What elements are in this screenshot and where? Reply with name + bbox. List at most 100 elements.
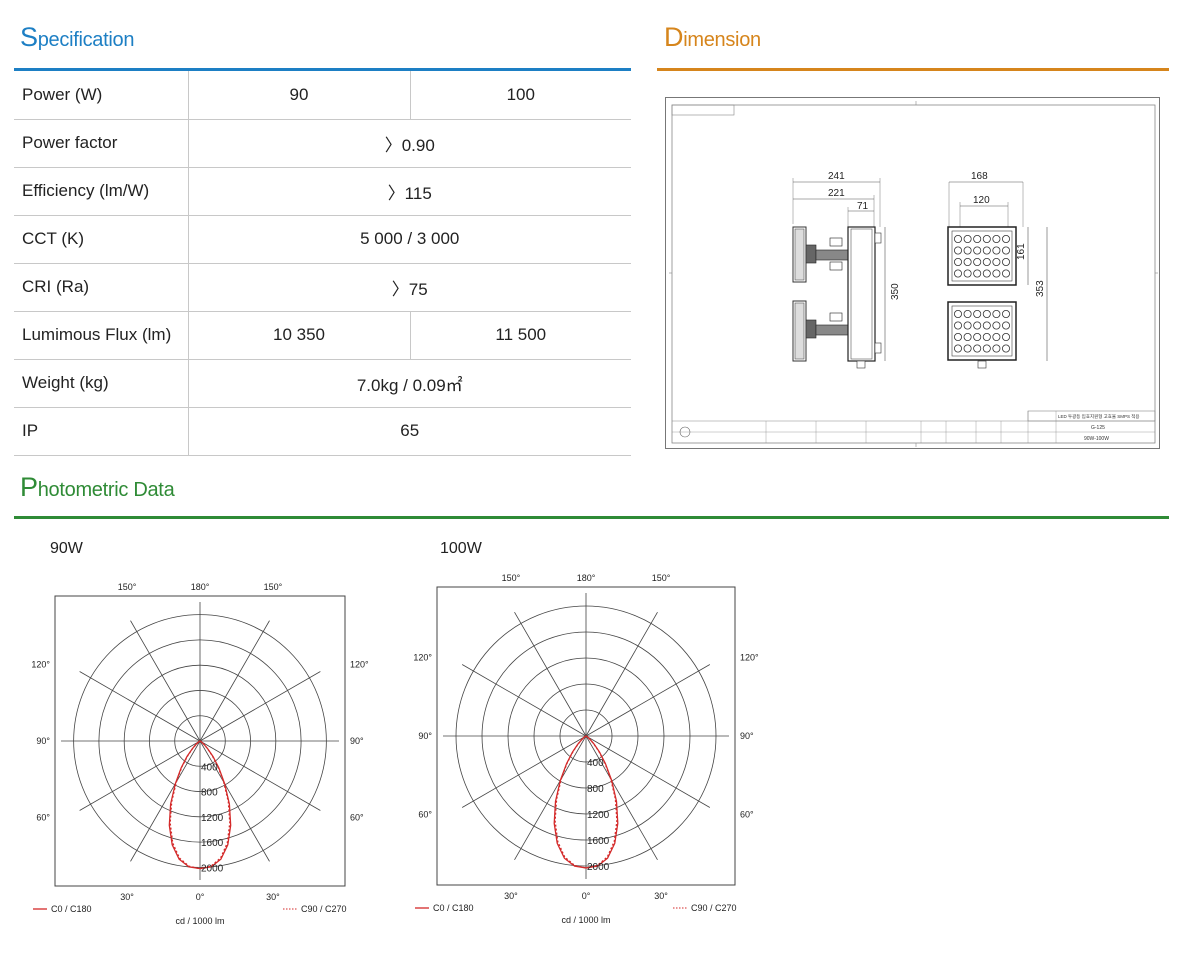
led-lens-icon (973, 246, 982, 255)
led-lens-icon (992, 246, 1001, 255)
led-lens-icon (973, 269, 982, 278)
led-lens-icon (973, 332, 982, 341)
led-lens-icon (1001, 269, 1010, 278)
led-lens-icon (973, 321, 982, 330)
dim-front-161: 161 (1016, 243, 1027, 260)
dim-front-168: 168 (971, 171, 988, 182)
polar-radial-label: 1200 (587, 810, 610, 821)
spec-label: CCT (K) (14, 215, 189, 264)
led-lens-icon (953, 257, 962, 266)
angle-label-120-right: 120° (740, 652, 759, 662)
sheet-corner-box (671, 104, 735, 116)
title-block: LED 투광등 입효지원형 고효율 SMPS 적용 G-125 90W-100W (672, 410, 1156, 443)
angle-label-30-right: 30° (654, 891, 668, 901)
led-lens-icon (992, 234, 1001, 243)
angle-label-120-left: 120° (31, 660, 50, 670)
title-block-model: 90W-100W (1084, 436, 1109, 442)
dim-side-221: 221 (828, 188, 845, 199)
led-lens-icon (953, 246, 962, 255)
angle-label-150-right: 150° (652, 573, 671, 583)
dimension-rule (657, 68, 1169, 71)
angle-label-0: 0° (196, 892, 205, 902)
led-lens-icon (953, 309, 962, 318)
led-lens-icon (953, 269, 962, 278)
polar-radial-label: 800 (587, 784, 604, 795)
led-lens-icon (1001, 344, 1010, 353)
dim-front-353: 353 (1035, 280, 1046, 297)
polar-chart-90w: 400 800 1200 1600 2000 180° 150° 150° 0° 30° 30° 90… (31, 582, 369, 926)
polar-radial-label: 1600 (201, 838, 224, 849)
spec-label: Lumimous Flux (lm) (14, 311, 189, 360)
dimension-drawing: 241 221 71 350 168 120 161 353 LED 투광등 입… (665, 97, 1160, 449)
led-lens-icon (973, 234, 982, 243)
angle-label-60-right: 60° (740, 810, 754, 820)
spec-label: Weight (kg) (14, 359, 189, 408)
legend-label-c0-c180: C0 / C180 (433, 903, 474, 913)
led-lens-icon (982, 321, 991, 330)
led-lens-icon (963, 246, 972, 255)
dim-side-350: 350 (890, 283, 901, 300)
spec-row-luminous-flux: Lumimous Flux (lm) 10 350 11 500 (14, 311, 631, 360)
angle-label-90-left: 90° (418, 731, 432, 741)
led-lens-icon (992, 344, 1001, 353)
polar-radial-label: 400 (201, 762, 218, 773)
spec-value: 〉115 (188, 167, 631, 216)
led-lens-icon (963, 332, 972, 341)
angle-label-150-right: 150° (264, 582, 283, 592)
led-lens-icon (982, 234, 991, 243)
led-lens-icon (992, 269, 1001, 278)
photometric-heading: Photometric Data (20, 472, 175, 502)
angle-label-60-right: 60° (350, 812, 364, 822)
led-lens-icon (953, 332, 962, 341)
led-lens-icon (963, 321, 972, 330)
led-lens-icon (1001, 321, 1010, 330)
led-lens-icon (963, 269, 972, 278)
spec-value: 〉0.90 (188, 119, 631, 168)
polar-radial-label: 1600 (587, 836, 610, 847)
led-lens-icon (953, 344, 962, 353)
spec-label: Power (W) (14, 71, 189, 120)
spec-row-cct: CCT (K) 5 000 / 3 000 (14, 215, 631, 264)
led-lens-icon (982, 257, 991, 266)
legend-label-c90-c270: C90 / C270 (301, 904, 347, 914)
title-block-code: G-125 (1091, 425, 1105, 431)
dimension-heading: Dimension (664, 22, 761, 52)
title-block-drawing-name: LED 투광등 입효지원형 고효율 SMPS 적용 (1058, 413, 1140, 420)
spec-row-ip: IP 65 (14, 407, 631, 456)
led-lens-icon (953, 234, 962, 243)
polar-radial-label: 2000 (201, 863, 224, 874)
led-lens-icon (953, 321, 962, 330)
led-lens-icon (1001, 332, 1010, 341)
led-lens-icon (973, 257, 982, 266)
spec-value: 10 350 (188, 311, 411, 360)
led-lens-icon (982, 246, 991, 255)
spec-row-cri: CRI (Ra) 〉75 (14, 263, 631, 312)
spec-value: 100 (410, 71, 631, 120)
led-lens-icon (1001, 257, 1010, 266)
legend-label-c0-c180: C0 / C180 (51, 904, 92, 914)
led-lens-icon (992, 321, 1001, 330)
spec-value: 65 (188, 407, 631, 456)
led-lens-icon (982, 344, 991, 353)
led-lens-icon (963, 257, 972, 266)
spec-row-efficiency: Efficiency (lm/W) 〉115 (14, 167, 631, 216)
sheet-frame (671, 104, 1156, 444)
angle-label-180: 180° (577, 573, 596, 583)
polar-unit-label: cd / 1000 lm (175, 916, 224, 926)
spec-value: 5 000 / 3 000 (188, 215, 631, 264)
photometric-rule (14, 516, 1169, 519)
polar-chart-caption: 90W (50, 540, 83, 557)
specification-heading: Specification (20, 22, 135, 52)
led-lens-icon (1001, 246, 1010, 255)
led-lens-icon (1001, 234, 1010, 243)
polar-unit-label: cd / 1000 lm (561, 915, 610, 925)
angle-label-0: 0° (582, 891, 591, 901)
led-lens-icon (963, 309, 972, 318)
led-lens-icon (982, 269, 991, 278)
led-lens-icon (963, 344, 972, 353)
front-view (947, 226, 1017, 369)
angle-label-90-right: 90° (740, 731, 754, 741)
led-lens-icon (982, 309, 991, 318)
polar-chart-caption: 100W (440, 540, 482, 557)
polar-chart-100w: 400 800 1200 1600 2000 180° 150° 150° 0° 30° 30° 90… (413, 573, 759, 925)
